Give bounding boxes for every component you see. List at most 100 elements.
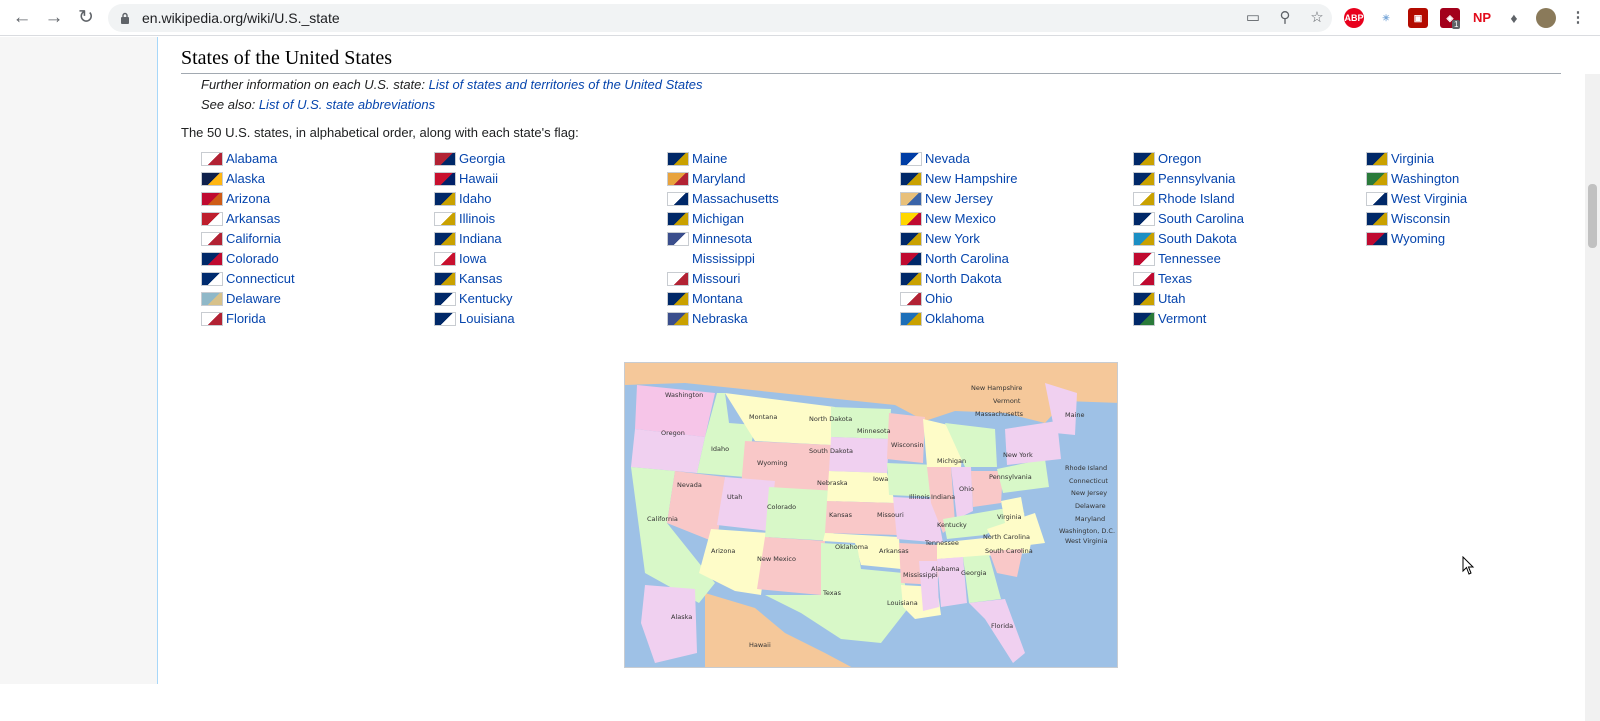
state-link[interactable]: Massachusetts [692, 189, 779, 209]
state-flag-icon[interactable] [1133, 172, 1155, 186]
state-link[interactable]: Oklahoma [925, 309, 984, 329]
state-link[interactable]: Minnesota [692, 229, 752, 249]
reload-icon[interactable]: ↻ [74, 6, 98, 30]
state-link[interactable]: Nevada [925, 149, 970, 169]
state-flag-icon[interactable] [1366, 172, 1388, 186]
state-flag-icon[interactable] [434, 212, 456, 226]
state-link[interactable]: Idaho [459, 189, 492, 209]
state-link[interactable]: New Mexico [925, 209, 996, 229]
state-link[interactable]: Maine [692, 149, 727, 169]
state-link[interactable]: Georgia [459, 149, 505, 169]
state-flag-icon[interactable] [434, 172, 456, 186]
state-link[interactable]: South Carolina [1158, 209, 1244, 229]
state-link[interactable]: Vermont [1158, 309, 1206, 329]
state-flag-icon[interactable] [667, 272, 689, 286]
state-flag-icon[interactable] [201, 152, 223, 166]
state-flag-icon[interactable] [900, 252, 922, 266]
state-link[interactable]: New Jersey [925, 189, 993, 209]
state-flag-icon[interactable] [900, 272, 922, 286]
profile-avatar[interactable] [1536, 8, 1556, 28]
bookmark-star-icon[interactable]: ☆ [1308, 9, 1326, 27]
np-extension-icon[interactable]: NP [1472, 8, 1492, 28]
state-link[interactable]: Ohio [925, 289, 952, 309]
zoom-icon[interactable]: ⚲ [1276, 9, 1294, 27]
state-flag-icon[interactable] [900, 212, 922, 226]
state-flag-icon[interactable] [1366, 152, 1388, 166]
menu-kebab-icon[interactable]: ⋮ [1568, 8, 1588, 28]
state-link[interactable]: North Carolina [925, 249, 1009, 269]
link-state-abbreviations[interactable]: List of U.S. state abbreviations [259, 97, 435, 112]
state-flag-icon[interactable] [1133, 292, 1155, 306]
state-link[interactable]: Florida [226, 309, 266, 329]
state-flag-icon[interactable] [900, 312, 922, 326]
state-flag-icon[interactable] [1133, 232, 1155, 246]
state-link[interactable]: Nebraska [692, 309, 748, 329]
state-flag-icon[interactable] [667, 152, 689, 166]
state-link[interactable]: New Hampshire [925, 169, 1017, 189]
state-link[interactable]: Mississippi [692, 249, 755, 269]
state-flag-icon[interactable] [1133, 212, 1155, 226]
state-link[interactable]: Maryland [692, 169, 745, 189]
state-link[interactable]: Delaware [226, 289, 281, 309]
state-flag-icon[interactable] [667, 212, 689, 226]
state-flag-icon[interactable] [434, 152, 456, 166]
state-flag-icon[interactable] [1366, 192, 1388, 206]
state-flag-icon[interactable] [201, 192, 223, 206]
state-flag-icon[interactable] [201, 172, 223, 186]
state-flag-icon[interactable] [900, 172, 922, 186]
state-link[interactable]: Missouri [692, 269, 740, 289]
state-link[interactable]: California [226, 229, 281, 249]
state-link[interactable]: Alabama [226, 149, 277, 169]
state-link[interactable]: Connecticut [226, 269, 295, 289]
state-link[interactable]: Oregon [1158, 149, 1201, 169]
state-link[interactable]: Tennessee [1158, 249, 1221, 269]
state-link[interactable]: Wyoming [1391, 229, 1445, 249]
state-link[interactable]: Kansas [459, 269, 502, 289]
state-link[interactable]: Illinois [459, 209, 495, 229]
address-bar[interactable]: en.wikipedia.org/wiki/U.S._state ▭ ⚲ ☆ [108, 4, 1332, 32]
pdf-extension-icon[interactable]: ▣ [1408, 8, 1428, 28]
state-link[interactable]: Montana [692, 289, 743, 309]
state-flag-icon[interactable] [201, 252, 223, 266]
state-flag-icon[interactable] [201, 212, 223, 226]
state-flag-icon[interactable] [667, 172, 689, 186]
state-link[interactable]: Arizona [226, 189, 270, 209]
state-flag-icon[interactable] [900, 232, 922, 246]
state-flag-icon[interactable] [434, 252, 456, 266]
state-flag-icon[interactable] [1133, 252, 1155, 266]
state-flag-icon[interactable] [201, 312, 223, 326]
state-flag-icon[interactable] [900, 292, 922, 306]
state-link[interactable]: Wisconsin [1391, 209, 1450, 229]
state-flag-icon[interactable] [201, 272, 223, 286]
state-flag-icon[interactable] [201, 292, 223, 306]
state-link[interactable]: Rhode Island [1158, 189, 1235, 209]
forward-arrow-icon[interactable]: → [42, 6, 66, 30]
state-link[interactable]: West Virginia [1391, 189, 1467, 209]
state-flag-icon[interactable] [434, 192, 456, 206]
state-flag-icon[interactable] [900, 192, 922, 206]
cast-icon[interactable]: ▭ [1244, 9, 1262, 27]
state-link[interactable]: North Dakota [925, 269, 1002, 289]
state-flag-icon[interactable] [667, 192, 689, 206]
state-link[interactable]: Hawaii [459, 169, 498, 189]
state-link[interactable]: New York [925, 229, 980, 249]
state-link[interactable]: Kentucky [459, 289, 512, 309]
state-flag-icon[interactable] [434, 292, 456, 306]
adblock-plus-icon[interactable]: ABP [1344, 8, 1364, 28]
state-link[interactable]: Pennsylvania [1158, 169, 1235, 189]
state-link[interactable]: Iowa [459, 249, 486, 269]
state-flag-icon[interactable] [434, 312, 456, 326]
state-flag-icon[interactable] [667, 312, 689, 326]
state-flag-icon[interactable] [434, 272, 456, 286]
state-flag-icon[interactable] [1133, 152, 1155, 166]
state-link[interactable]: Colorado [226, 249, 279, 269]
back-arrow-icon[interactable]: ← [10, 6, 34, 30]
state-flag-icon[interactable] [1133, 192, 1155, 206]
puzzle-extensions-icon[interactable]: ♦ [1504, 8, 1524, 28]
state-flag-icon[interactable] [900, 152, 922, 166]
state-link[interactable]: South Dakota [1158, 229, 1237, 249]
state-flag-icon[interactable] [201, 232, 223, 246]
state-link[interactable]: Virginia [1391, 149, 1434, 169]
state-flag-icon[interactable] [1366, 232, 1388, 246]
state-flag-icon[interactable] [434, 232, 456, 246]
